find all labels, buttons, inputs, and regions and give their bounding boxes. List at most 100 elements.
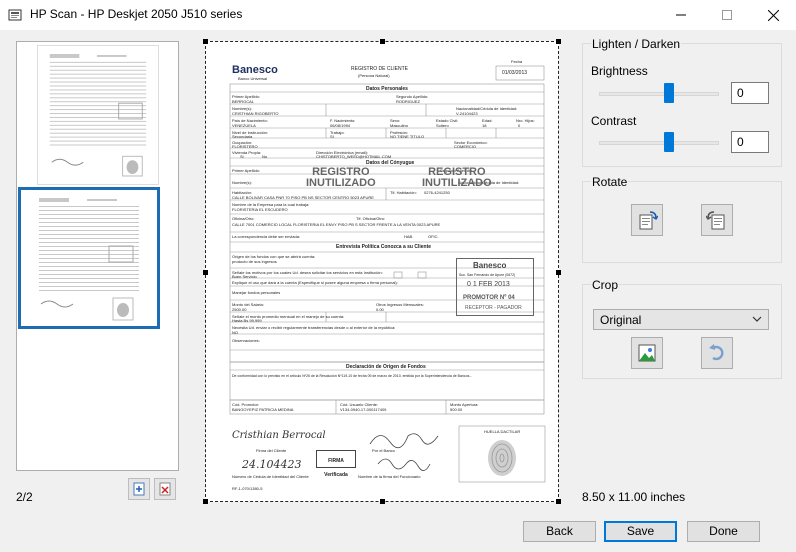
crop-image-button[interactable] xyxy=(631,337,663,369)
crop-handle-right[interactable] xyxy=(556,270,561,275)
add-page-icon xyxy=(133,482,145,496)
rotate-left-button[interactable] xyxy=(631,204,663,236)
contrast-input[interactable]: 0 xyxy=(731,131,769,153)
done-button[interactable]: Done xyxy=(687,521,760,542)
address-value: CALLE BOLIVAR CASA PNR 70 PISO PB NS SEC… xyxy=(232,195,374,200)
lighten-darken-group: Lighten / Darken Brightness 0 Contrast 0 xyxy=(582,37,782,167)
save-button[interactable]: Save xyxy=(604,521,677,542)
bank-stamp-promoter: PROMOTOR Nº 04 xyxy=(463,295,515,301)
receive-label: Necesita Ud. enviar o recibir regularmen… xyxy=(232,325,396,330)
date-value: 01/03/2013 xyxy=(502,70,528,76)
rotate-right-icon xyxy=(706,211,725,230)
first-name-value: BERROCAL xyxy=(232,99,255,104)
crop-handle-top-left[interactable] xyxy=(203,39,208,44)
form-subtitle: (Persona Natural) xyxy=(358,73,390,78)
spouse-first-label: Primer Apellido: xyxy=(232,168,261,173)
crop-handle-top[interactable] xyxy=(380,39,385,44)
amount-value: 500.00 xyxy=(450,407,463,412)
phone-value: 0276-4241250 xyxy=(424,190,450,195)
minimize-icon xyxy=(676,14,686,16)
undo-crop-button[interactable] xyxy=(701,337,733,369)
rotate-title: Rotate xyxy=(591,175,629,189)
crop-group: Crop Original xyxy=(582,278,782,379)
delete-page-icon xyxy=(159,482,171,496)
crop-select[interactable]: Original xyxy=(593,309,769,330)
crop-title: Crop xyxy=(591,278,620,292)
names-value: CRISTHIAN RIGOBERTO xyxy=(232,111,279,116)
maximize-button[interactable] xyxy=(704,0,750,30)
monthly-value: Hasta Bs 99.999 xyxy=(232,318,262,323)
declaration-text: De conformidad con lo previsto en el art… xyxy=(232,374,473,378)
profession-value: NO TIENE TITULO xyxy=(390,134,425,139)
delete-page-button[interactable] xyxy=(154,478,176,500)
job-value: SI xyxy=(330,134,334,139)
date-label: Fecha xyxy=(511,59,523,64)
brightness-slider[interactable] xyxy=(599,92,719,96)
page-counter: 2/2 xyxy=(16,490,33,504)
receive-value: NO xyxy=(232,330,238,335)
form-code: RF-1-070/1380-5 xyxy=(232,486,263,491)
brightness-slider-thumb[interactable] xyxy=(664,83,674,103)
crop-handle-bottom-right[interactable] xyxy=(556,499,561,504)
nationality-value: V-24104423 xyxy=(456,111,478,116)
crop-handle-bottom[interactable] xyxy=(380,499,385,504)
sector-value: COMERCIO xyxy=(454,144,476,149)
section-spouse: Datos del Cónyugue xyxy=(366,160,415,166)
mail-label: La correspondencia debe ser enviada: xyxy=(232,234,301,239)
explain-label: Explique el uso que dará a la cuenta (Es… xyxy=(232,280,398,285)
bank-stamp-title: Banesco xyxy=(473,261,507,270)
section-declaration: Declaración de Origen de Fondos xyxy=(346,364,426,370)
fingerprint-image xyxy=(488,440,516,476)
close-button[interactable] xyxy=(750,0,796,30)
company-value: FLORISTERIA EL ESCUDERO xyxy=(232,207,288,212)
bank-stamp-line: Suc. San Fernando de Apure (0672) xyxy=(459,273,516,277)
page-thumbnail-image xyxy=(35,192,143,324)
crop-image-icon xyxy=(638,344,656,362)
thumbnail-panel[interactable] xyxy=(16,41,179,471)
page-thumbnail-image xyxy=(45,48,151,182)
education-value: Secundaria xyxy=(232,134,253,139)
sex-value: Masculino xyxy=(390,123,409,128)
children-value: 0 xyxy=(518,123,521,128)
contrast-slider-thumb[interactable] xyxy=(664,132,674,152)
contrast-slider[interactable] xyxy=(599,141,719,145)
housing-si: Si xyxy=(240,154,244,159)
bank-stamp: Banesco Suc. San Fernando de Apure (0672… xyxy=(456,258,534,316)
office-phone-label: Tlf. Oficina/Otro: xyxy=(356,216,386,221)
minimize-button[interactable] xyxy=(658,0,704,30)
page-thumbnail-1[interactable] xyxy=(37,45,159,185)
housing-no: No xyxy=(262,154,268,159)
bank-stamp-date: 0 1 FEB 2013 xyxy=(467,281,510,288)
origin-value: producto de sus ingresos xyxy=(232,259,277,264)
rotate-left-icon xyxy=(639,211,658,230)
add-page-button[interactable] xyxy=(128,478,150,500)
id-number-label: Número de Cédula de Identidad del Client… xyxy=(232,474,309,479)
officer-signature-scribble xyxy=(377,458,431,471)
maximize-icon xyxy=(722,10,732,20)
client-signature: Cristhian Berrocal xyxy=(232,430,326,441)
observations-label: Observaciones: xyxy=(232,338,260,343)
void-stamp-right: REGISTRO INUTILIZADO xyxy=(422,166,492,189)
brightness-input[interactable]: 0 xyxy=(731,82,769,104)
chevron-down-icon xyxy=(752,316,762,322)
form-title: REGISTRO DE CLIENTE xyxy=(351,66,408,72)
office-address: CALLE 7001 COMERCIO LOCAL FLORISTERIA EL… xyxy=(232,222,441,227)
crop-handle-bottom-left[interactable] xyxy=(203,499,208,504)
crop-handle-top-right[interactable] xyxy=(556,39,561,44)
void-stamp-left: REGISTRO INUTILIZADO xyxy=(306,166,376,189)
page-thumbnail-2[interactable] xyxy=(18,187,160,329)
crop-handle-left[interactable] xyxy=(203,270,208,275)
officer-label: Nombre de la firma del Funcionario xyxy=(358,474,421,479)
back-button[interactable]: Back xyxy=(523,521,596,542)
client-signature-label: Firma del Cliente xyxy=(256,448,287,453)
phone-label: Tlf. Habitación: xyxy=(390,190,417,195)
rotate-right-button[interactable] xyxy=(701,204,733,236)
country-value: VENEZUELA xyxy=(232,123,256,128)
section-personal: Datos Personales xyxy=(366,86,408,92)
scan-preview[interactable]: Banesco Banco Universal REGISTRO DE CLIE… xyxy=(203,39,561,504)
birth-value: 06/08/1994 xyxy=(330,123,351,128)
section-interview: Entrevista Política Conozca a su Cliente xyxy=(336,244,432,250)
spouse-names-label: Nombre(s): xyxy=(232,180,253,185)
main-window: 2/2 Banesco Banco Universal REGISTRO DE … xyxy=(0,30,796,552)
age-value: 18 xyxy=(482,123,487,128)
